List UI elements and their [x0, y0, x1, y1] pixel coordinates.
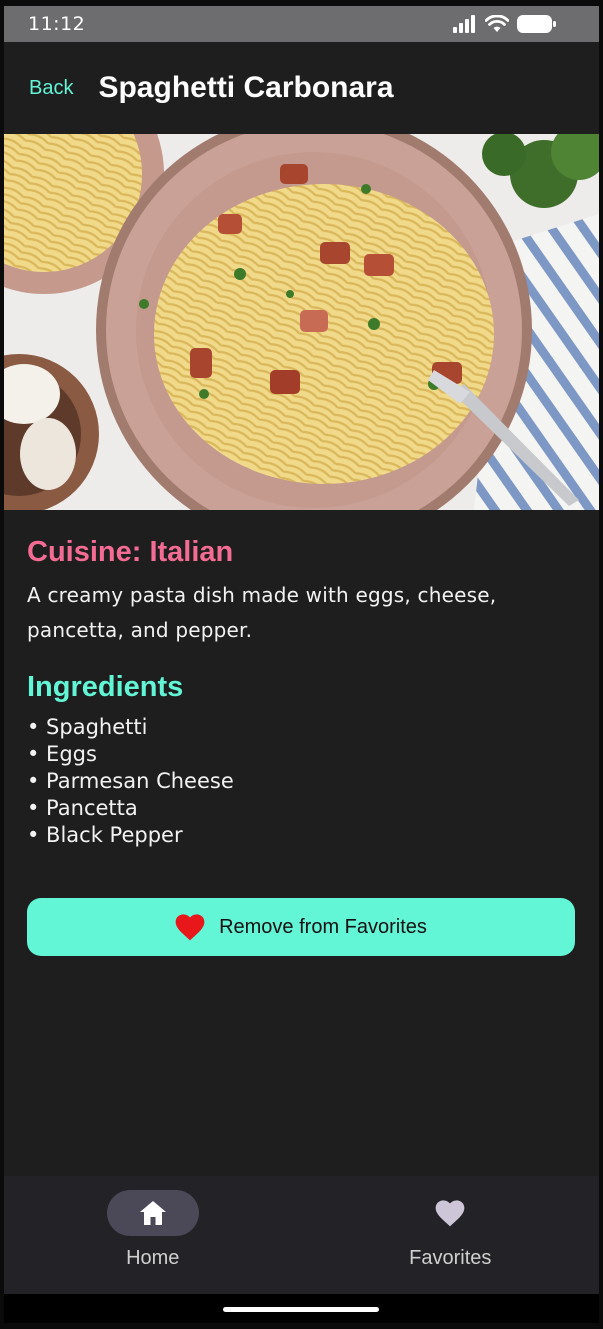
ingredient-item: • Parmesan Cheese: [27, 769, 234, 793]
home-icon: [139, 1201, 166, 1225]
nav-favorites-indicator: [404, 1190, 496, 1236]
status-bar: 11:12: [4, 6, 599, 42]
ingredient-item: • Spaghetti: [27, 715, 148, 739]
heart-icon: [175, 913, 205, 940]
page-title: Spaghetti Carbonara: [98, 71, 394, 104]
recipe-description: A creamy pasta dish made with eggs, chee…: [27, 583, 497, 642]
recipe-details: Cuisine: Italian A creamy pasta dish mad…: [27, 534, 577, 849]
ingredient-item: • Pancetta: [27, 796, 138, 820]
ingredient-item: • Eggs: [27, 742, 97, 766]
cuisine-label: Cuisine: Italian: [27, 536, 234, 568]
status-icons: [453, 14, 557, 34]
status-time: 11:12: [28, 13, 86, 35]
nav-favorites[interactable]: Favorites: [302, 1176, 600, 1294]
wifi-icon: [485, 15, 509, 32]
nav-favorites-label: Favorites: [409, 1247, 492, 1269]
app-screen: 11:12 Back Spaghetti Carbonara Cuisine: …: [4, 6, 599, 1323]
gesture-bar: [4, 1294, 599, 1323]
signal-icon: [453, 15, 475, 33]
back-button[interactable]: Back: [29, 77, 73, 100]
bottom-navigation: Home Favorites: [4, 1176, 599, 1294]
remove-favorite-label: Remove from Favorites: [219, 915, 427, 938]
battery-icon: [517, 15, 556, 33]
nav-home-indicator: [106, 1190, 199, 1236]
nav-home[interactable]: Home: [4, 1176, 302, 1294]
nav-home-label: Home: [126, 1247, 180, 1269]
home-indicator[interactable]: [223, 1307, 379, 1312]
ingredient-item: • Black Pepper: [27, 823, 183, 847]
app-header: Back Spaghetti Carbonara: [4, 42, 599, 134]
ingredients-list: • Spaghetti • Eggs • Parmesan Cheese • P…: [27, 714, 577, 849]
recipe-image: [4, 134, 599, 510]
ingredients-heading: Ingredients: [27, 671, 184, 703]
heart-icon: [435, 1199, 465, 1226]
remove-favorite-button[interactable]: Remove from Favorites: [27, 898, 575, 956]
